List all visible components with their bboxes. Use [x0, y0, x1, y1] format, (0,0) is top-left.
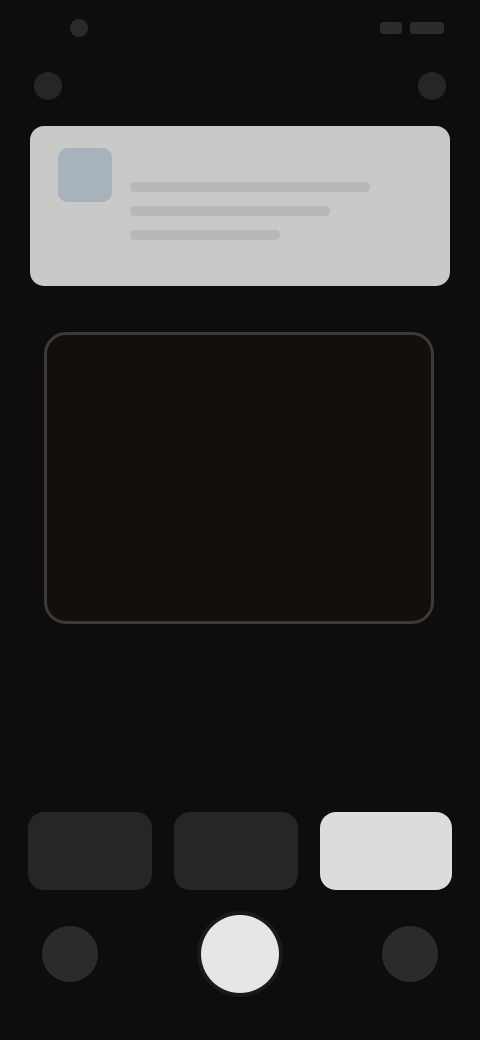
- hint-title: [130, 150, 426, 168]
- more-icon[interactable]: [418, 72, 446, 100]
- hint-body-line: [130, 182, 370, 192]
- notification-icon: [70, 19, 88, 37]
- camera-screen: [0, 0, 480, 1040]
- back-icon[interactable]: [34, 72, 62, 100]
- status-right: [380, 22, 444, 34]
- switch-camera-icon[interactable]: [382, 926, 438, 982]
- mode-2-button[interactable]: [174, 812, 298, 890]
- status-bar: [36, 14, 444, 42]
- hint-body-line: [130, 206, 330, 216]
- battery-icon: [410, 22, 444, 34]
- mode-3-button[interactable]: [320, 812, 452, 890]
- signal-icon: [380, 22, 402, 34]
- bottom-controls: [36, 912, 444, 996]
- scan-frame: [44, 332, 434, 624]
- status-left: [36, 19, 88, 37]
- hint-card[interactable]: [30, 126, 450, 286]
- hint-body-line: [130, 230, 280, 240]
- info-icon: [58, 148, 112, 202]
- toolbar: [34, 66, 446, 106]
- shutter-button[interactable]: [201, 915, 279, 993]
- mode-selector: [28, 812, 452, 894]
- mode-1-button[interactable]: [28, 812, 152, 890]
- gallery-icon[interactable]: [42, 926, 98, 982]
